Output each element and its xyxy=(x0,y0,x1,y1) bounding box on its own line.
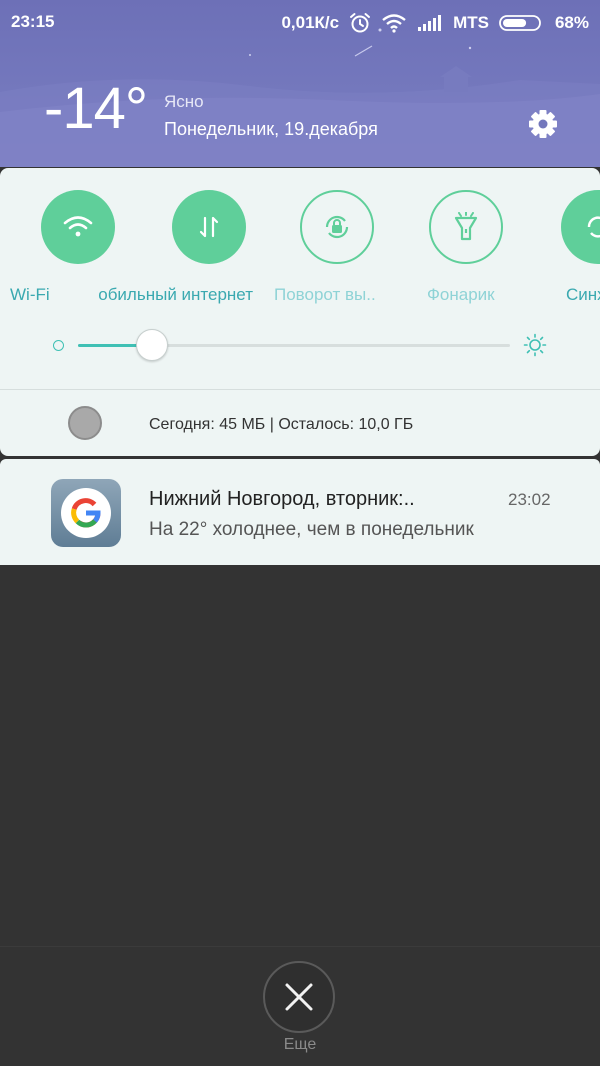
cell-signal-icon xyxy=(417,14,443,32)
wifi-signal-icon xyxy=(381,13,407,33)
battery-icon xyxy=(499,14,545,32)
settings-button[interactable] xyxy=(526,107,560,141)
wifi-icon xyxy=(63,216,93,237)
notification-header: 23:15 0,01К/с MTS 68% -14° Ясно Понедель… xyxy=(0,0,600,167)
status-time: 23:15 xyxy=(11,12,55,31)
sync-icon xyxy=(587,216,600,238)
toggle-wifi[interactable] xyxy=(41,190,115,264)
divider xyxy=(0,389,600,390)
google-icon xyxy=(71,498,101,528)
toggle-label-flashlight: Фонарик xyxy=(427,285,495,304)
notification-card[interactable]: Нижний Новгород, вторник:.. 23:02 На 22°… xyxy=(0,459,600,565)
more-label[interactable]: Еще xyxy=(0,1036,600,1054)
toggle-label-wifi: Wi-Fi xyxy=(10,285,50,304)
brightness-low-icon xyxy=(53,340,64,351)
toggle-mobile-data[interactable] xyxy=(172,190,246,264)
toggle-sync[interactable] xyxy=(561,190,600,264)
quick-settings-panel: Wi-Fi Мобильный интернет Поворот вы.. Фо… xyxy=(0,168,600,456)
divider xyxy=(0,946,600,947)
alarm-icon xyxy=(349,12,371,34)
net-speed: 0,01К/с xyxy=(281,13,340,32)
carrier-name: MTS xyxy=(453,13,489,32)
toggle-label-mobile-data: Мобильный интернет xyxy=(99,285,253,304)
status-bar: 23:15 0,01К/с MTS 68% xyxy=(0,0,600,44)
toggle-label-rotation: Поворот вы.. xyxy=(274,285,376,304)
weather-condition: Ясно xyxy=(164,92,204,111)
data-usage-text[interactable]: Сегодня: 45 МБ | Осталось: 10,0 ГБ xyxy=(149,416,413,434)
battery-percent: 68% xyxy=(554,13,589,32)
weather-temperature[interactable]: -14° xyxy=(44,80,148,138)
weather-date: Понедельник, 19.декабря xyxy=(164,119,378,139)
rotation-lock-icon xyxy=(325,215,349,239)
notification-text: На 22° холоднее, чем в понедельник xyxy=(149,519,474,540)
google-app-icon xyxy=(51,479,121,547)
toggle-rotation[interactable] xyxy=(300,190,374,264)
notification-time: 23:02 xyxy=(508,490,551,509)
gear-icon xyxy=(529,110,557,138)
toggle-label-sync: Синхронизация xyxy=(566,285,600,304)
brightness-slider[interactable] xyxy=(78,329,510,361)
brightness-high-icon xyxy=(523,333,547,357)
brightness-slider-handle[interactable] xyxy=(136,329,168,361)
status-icons: 0,01К/с MTS 68% xyxy=(281,12,589,34)
data-usage-indicator xyxy=(68,406,102,440)
toggle-flashlight[interactable] xyxy=(429,190,503,264)
close-icon xyxy=(285,983,313,1011)
mobile-data-icon xyxy=(199,216,219,238)
clear-all-button[interactable] xyxy=(263,961,335,1033)
notification-title: Нижний Новгород, вторник:.. xyxy=(149,488,415,510)
flashlight-icon xyxy=(454,212,478,241)
